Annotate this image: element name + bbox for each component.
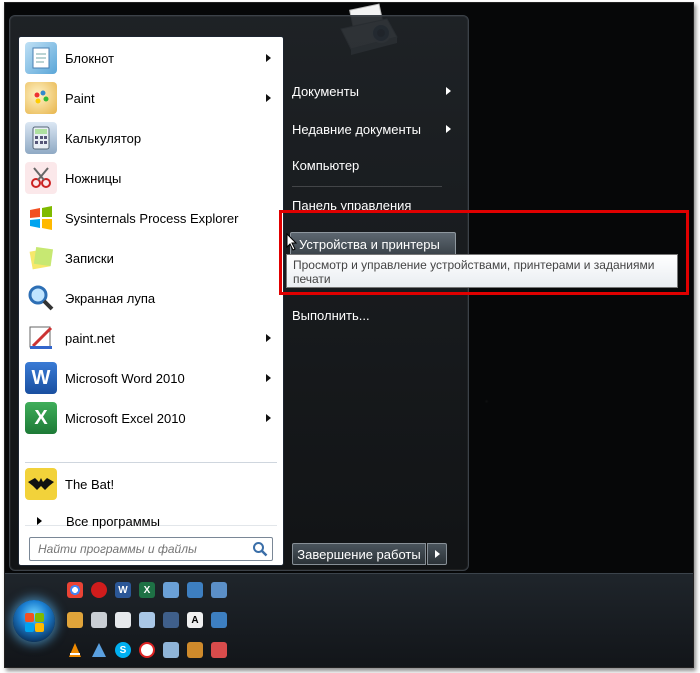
submenu-arrow-icon[interactable]: [266, 94, 271, 102]
program-item-word[interactable]: W Microsoft Word 2010: [23, 359, 279, 397]
paint-icon[interactable]: [67, 612, 83, 628]
arrow-right-icon: [434, 550, 440, 558]
all-programs-button[interactable]: Все программы: [23, 509, 279, 533]
right-item-label: Документы: [292, 83, 360, 99]
right-item-label: Недавние документы: [292, 121, 421, 137]
program-item-the-bat[interactable]: The Bat!: [23, 465, 279, 503]
devices-and-printers-label: Устройства и принтеры: [299, 236, 440, 252]
shutdown-button[interactable]: Завершение работы: [292, 543, 426, 565]
list-icon[interactable]: [211, 612, 227, 628]
devices-and-printers-item[interactable]: Устройства и принтеры: [290, 232, 456, 256]
all-programs-label: Все программы: [66, 513, 160, 529]
arrow-right-icon: [37, 517, 42, 525]
programs-pane: Блокнот Paint Калькулятор Ножницы Sysint…: [18, 36, 284, 566]
process-explorer-icon: [25, 202, 57, 234]
taskbar: W X A S: [5, 573, 693, 667]
program-item-paint[interactable]: Paint: [23, 79, 279, 117]
start-button[interactable]: [13, 600, 55, 642]
submenu-arrow-icon[interactable]: [446, 125, 451, 133]
vlc-icon[interactable]: [67, 642, 83, 658]
screenshot-frame: Блокнот Paint Калькулятор Ножницы Sysint…: [4, 2, 694, 668]
notes-icon[interactable]: [139, 612, 155, 628]
word-icon: W: [25, 362, 57, 394]
calculator-icon: [25, 122, 57, 154]
display-icon[interactable]: [211, 582, 227, 598]
program-label: Microsoft Word 2010: [65, 370, 185, 386]
restricted-icon[interactable]: [139, 642, 155, 658]
tool-icon[interactable]: [91, 612, 107, 628]
scissors-icon: [25, 162, 57, 194]
program-label: Блокнот: [65, 50, 115, 66]
document-icon[interactable]: [115, 612, 131, 628]
magnifier-icon: [25, 282, 57, 314]
submenu-arrow-icon[interactable]: [266, 414, 271, 422]
program-item-calculator[interactable]: Калькулятор: [23, 119, 279, 157]
paint-brush-icon[interactable]: [187, 642, 203, 658]
paint-icon: [25, 82, 57, 114]
program-item-paintnet[interactable]: paint.net: [23, 319, 279, 357]
program-item-magnifier[interactable]: Экранная лупа: [23, 279, 279, 317]
excel-icon[interactable]: X: [139, 582, 155, 598]
start-menu: Блокнот Paint Калькулятор Ножницы Sysint…: [9, 15, 469, 571]
skype-icon[interactable]: S: [115, 642, 131, 658]
chrome-icon[interactable]: [67, 582, 83, 598]
paintnet-icon: [25, 322, 57, 354]
separator: [25, 462, 277, 463]
right-item-label: Панель управления: [292, 197, 412, 213]
word-icon[interactable]: W: [115, 582, 131, 598]
program-label: Paint: [65, 90, 95, 106]
the-bat-icon: [25, 468, 57, 500]
submenu-arrow-icon[interactable]: [266, 334, 271, 342]
windows-flag-icon: [35, 613, 44, 622]
program-item-notepad[interactable]: Блокнот: [23, 39, 279, 77]
monitor-icon[interactable]: [187, 582, 203, 598]
tooltip-text: Просмотр и управление устройствами, прин…: [293, 258, 655, 286]
run-label: Выполнить...: [292, 307, 370, 323]
windows-flag-icon: [35, 623, 44, 632]
program-item-sticky-notes[interactable]: Записки: [23, 239, 279, 277]
right-item-documents[interactable]: Документы: [292, 80, 359, 102]
notepad-icon: [25, 42, 57, 74]
sticky-notes-icon: [25, 242, 57, 274]
mouse-cursor-icon: [286, 233, 298, 251]
right-item-control-panel[interactable]: Панель управления: [292, 194, 411, 216]
windows-flag-icon: [25, 613, 34, 622]
program-label: Ножницы: [65, 170, 122, 186]
program-label: paint.net: [65, 330, 115, 346]
right-item-recent-documents[interactable]: Недавние документы: [292, 118, 421, 140]
separator: [292, 186, 442, 187]
program-item-snipping-tool[interactable]: Ножницы: [23, 159, 279, 197]
submenu-arrow-icon[interactable]: [446, 87, 451, 95]
right-item-computer[interactable]: Компьютер: [292, 154, 359, 176]
search-box[interactable]: [29, 537, 273, 561]
game-icon[interactable]: [211, 642, 227, 658]
network-icon[interactable]: [163, 582, 179, 598]
save-icon[interactable]: [163, 612, 179, 628]
submenu-arrow-icon[interactable]: [266, 54, 271, 62]
process-icon[interactable]: [91, 642, 107, 658]
shutdown-label: Завершение работы: [297, 546, 421, 562]
search-icon[interactable]: [252, 541, 268, 557]
excel-icon: X: [25, 402, 57, 434]
shutdown-options-button[interactable]: [427, 543, 447, 565]
program-item-process-explorer[interactable]: Sysinternals Process Explorer: [23, 199, 279, 237]
submenu-arrow-icon[interactable]: [266, 374, 271, 382]
program-label: Экранная лупа: [65, 290, 156, 306]
program-item-excel[interactable]: X Microsoft Excel 2010: [23, 399, 279, 437]
run-item[interactable]: Выполнить...: [292, 304, 370, 326]
opera-icon[interactable]: [91, 582, 107, 598]
right-item-label: Компьютер: [292, 157, 360, 173]
program-label: Калькулятор: [65, 130, 142, 146]
windows-flag-icon: [25, 623, 34, 632]
search-input[interactable]: [30, 538, 252, 560]
program-label: Microsoft Excel 2010: [65, 410, 186, 426]
tooltip: Просмотр и управление устройствами, прин…: [286, 254, 678, 288]
gallery-icon[interactable]: [163, 642, 179, 658]
program-label: Записки: [65, 250, 114, 266]
font-icon[interactable]: A: [187, 612, 203, 628]
program-label: The Bat!: [65, 476, 115, 492]
program-label: Sysinternals Process Explorer: [65, 210, 239, 226]
